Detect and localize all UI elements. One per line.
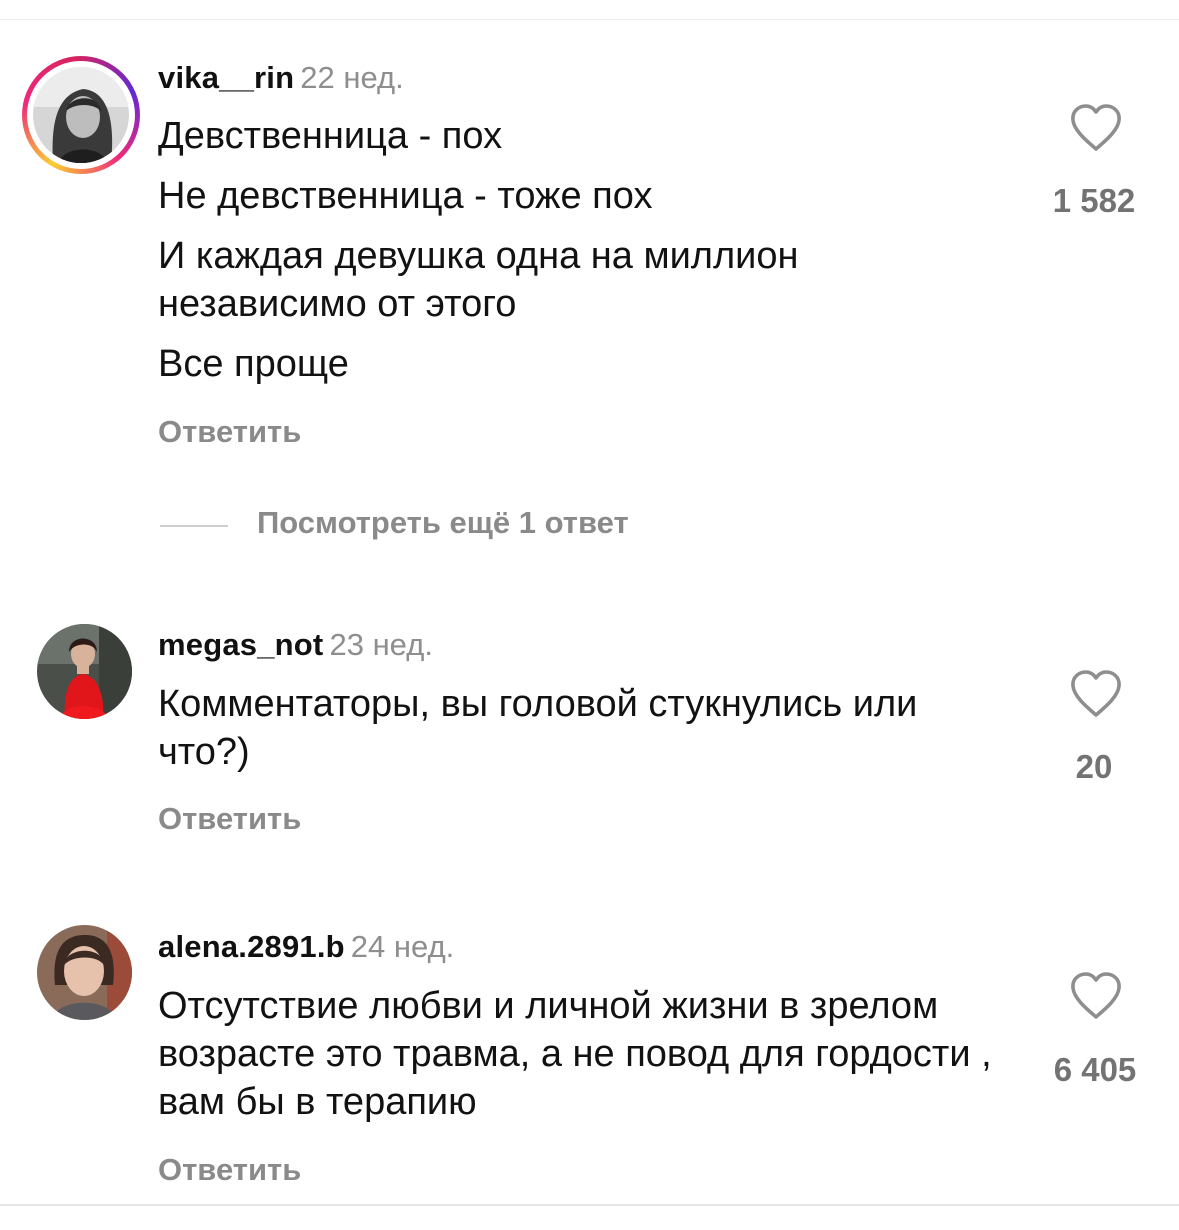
comment-text: Девственница - пох Не девственница - тож… [158,112,938,388]
timestamp: 22 нед. [300,60,404,95]
avatar[interactable] [37,925,132,1020]
heart-outline-icon[interactable] [1068,970,1124,1022]
top-divider [0,19,1179,20]
avatar[interactable] [37,624,132,719]
reply-button[interactable]: Ответить [158,801,301,837]
comment-meta: vika__rin 22 нед. [158,60,404,96]
comment-line: И каждая девушка одна на миллион независ… [158,235,799,325]
replies-dash [160,525,228,527]
timestamp: 24 нед. [350,929,455,964]
timestamp: 23 нед. [329,627,433,662]
username[interactable]: vika__rin [158,60,294,95]
like-count: 6 405 [1053,1051,1137,1088]
like-count: 20 [1075,748,1113,785]
comment-text: Комментаторы, вы головой стукнулись или … [158,680,978,776]
reply-button[interactable]: Ответить [158,414,301,450]
comment-line: Девственница - пох [158,115,503,157]
comment-text: Отсутствие любви и личной жизни в зрелом… [158,982,998,1126]
comment-line: Не девственница - тоже пох [158,175,653,217]
username[interactable]: alena.2891.b [158,929,345,964]
comment-line: Комментаторы, вы головой стукнулись или … [158,683,918,773]
heart-outline-icon[interactable] [1068,102,1124,154]
comment-meta: alena.2891.b 24 нед. [158,929,454,965]
username[interactable]: megas_not [158,627,323,662]
heart-outline-icon[interactable] [1068,668,1124,720]
comment-line: Отсутствие любви и личной жизни в зрелом… [158,985,992,1123]
view-more-replies-label: Посмотреть ещё 1 ответ [257,505,629,540]
comment-meta: megas_not 23 нед. [158,627,433,663]
like-count: 1 582 [1052,182,1136,219]
bottom-divider [0,1204,1179,1206]
avatar[interactable] [33,67,129,163]
reply-button[interactable]: Ответить [158,1152,301,1188]
comment-line: Все проще [158,343,349,385]
